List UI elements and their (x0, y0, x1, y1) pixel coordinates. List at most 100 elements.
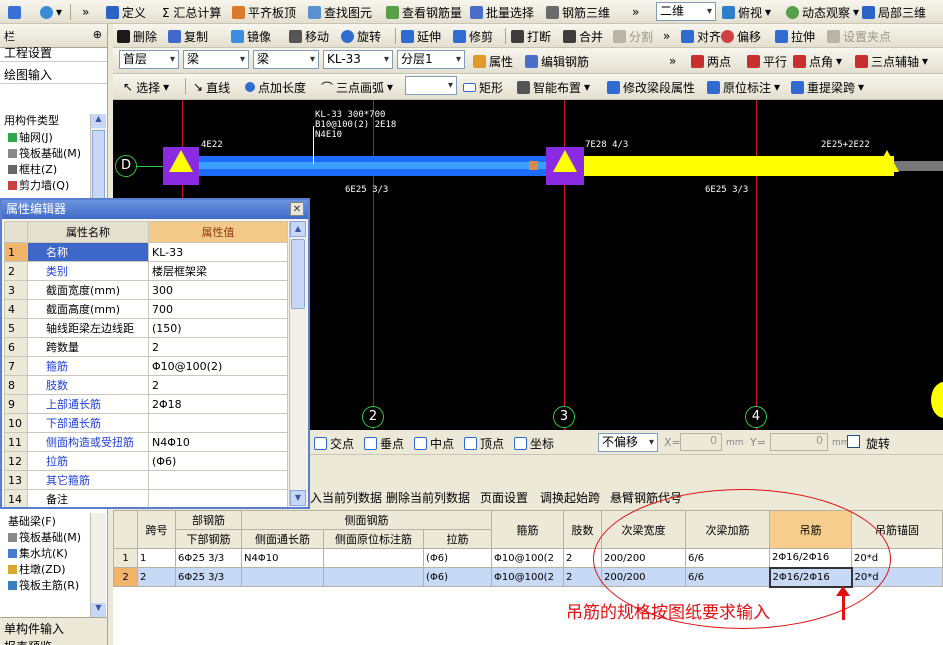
grip-triangle-icon[interactable] (553, 150, 577, 172)
snap-intersection[interactable]: 交点 (314, 434, 354, 452)
original-mark-button[interactable]: 原位标注 ▾ (707, 78, 780, 96)
stretch-button[interactable]: 拉伸 (775, 27, 815, 45)
beam-span-2[interactable] (564, 156, 894, 176)
element-type-select[interactable]: 梁 (253, 50, 319, 69)
property-row[interactable]: 5 轴线距梁左边线距 (150) (4, 318, 288, 338)
property-row[interactable]: 3 截面宽度(mm) 300 (4, 280, 288, 300)
view-rebar-button[interactable]: 查看钢筋量 (386, 3, 462, 21)
flush-slab-top-button[interactable]: 平齐板顶 (232, 3, 296, 21)
property-row[interactable]: 10 下部通长筋 (4, 413, 288, 433)
tab-draw-input[interactable]: 绘图输入 (0, 64, 107, 84)
sidebar-item-wall[interactable]: 剪力墙(Q) (8, 177, 69, 193)
x-coord-input[interactable]: 0 (680, 433, 722, 451)
grip-triangle-icon[interactable] (169, 150, 193, 172)
sidebar-item-axis[interactable]: 轴网(J) (8, 129, 53, 145)
delete-button[interactable]: 删除 (117, 27, 157, 45)
insert-column-data-button[interactable]: 入当前列数据 (310, 488, 382, 506)
batch-select-button[interactable]: 批量选择 (470, 3, 534, 21)
view-mode-select[interactable]: 二维 (656, 2, 716, 21)
top-view-button[interactable]: 俯视 ▾ (722, 3, 771, 21)
property-row[interactable]: 2 类别 楼层框架梁 (4, 261, 288, 281)
undo-button[interactable]: ▾ (40, 3, 62, 21)
save-icon[interactable] (8, 3, 21, 21)
property-row[interactable]: 13 其它箍筋 (4, 470, 288, 490)
select-button[interactable]: ↖ 选择 ▾ (123, 78, 169, 96)
property-value[interactable]: 楼层框架梁 (148, 261, 288, 281)
trim-button[interactable]: 修剪 (453, 27, 493, 45)
property-value[interactable]: KL-33 (148, 242, 288, 262)
point-angle-button[interactable]: 点角 ▾ (793, 52, 842, 70)
break-button[interactable]: 打断 (511, 27, 551, 45)
property-row[interactable]: 6 跨数量 2 (4, 337, 288, 357)
snap-perpendicular[interactable]: 垂点 (364, 434, 404, 452)
rectangle-button[interactable]: 矩形 (463, 78, 503, 96)
property-value[interactable]: Φ10@100(2) (148, 356, 288, 376)
property-row[interactable]: 1 名称 KL-33 (4, 242, 288, 262)
snap-midpoint[interactable]: 中点 (414, 434, 454, 452)
sidebar-item-column[interactable]: 框柱(Z) (8, 161, 57, 177)
property-row[interactable]: 12 拉筋 (Φ6) (4, 451, 288, 471)
two-point-button[interactable]: 两点 (691, 52, 731, 70)
reextract-span-button[interactable]: 重提梁跨 ▾ (791, 78, 864, 96)
rotate-checkbox[interactable] (847, 435, 860, 448)
property-row[interactable]: 8 肢数 2 (4, 375, 288, 395)
line-button[interactable]: ↘ 直线 (193, 78, 230, 96)
arc-option-select[interactable] (405, 76, 457, 95)
edit-rebar-button[interactable]: 编辑钢筋 (525, 52, 589, 70)
property-row[interactable]: 11 侧面构造或受扭筋 N4Φ10 (4, 432, 288, 452)
set-grip-button[interactable]: 设置夹点 (827, 27, 891, 45)
three-point-arc-button[interactable]: ⌒ 三点画弧 ▾ (321, 78, 393, 96)
category-select[interactable]: 梁 (183, 50, 249, 69)
page-setup-button[interactable]: 页面设置 (480, 488, 528, 506)
local-3d-button[interactable]: 局部三维 (862, 3, 926, 21)
property-value[interactable]: 2Φ18 (148, 394, 288, 414)
tab-project-settings[interactable]: 工程设置 (0, 42, 107, 62)
property-value[interactable] (148, 489, 288, 507)
property-row[interactable]: 9 上部通长筋 2Φ18 (4, 394, 288, 414)
smart-layout-button[interactable]: 智能布置 ▾ (517, 78, 590, 96)
grip-triangle-icon[interactable] (875, 150, 899, 172)
point-length-button[interactable]: 点加长度 (245, 78, 306, 96)
delete-column-data-button[interactable]: 删除当前列数据 (386, 488, 470, 506)
properties-button[interactable]: 属性 (473, 52, 513, 70)
offset-button[interactable]: 偏移 (721, 27, 761, 45)
property-scrollbar[interactable]: ▲ ▼ (289, 221, 306, 506)
pin-icon[interactable]: ⊕ (93, 28, 102, 41)
close-icon[interactable]: ✕ (290, 202, 304, 216)
property-value[interactable] (148, 413, 288, 433)
property-value[interactable]: 300 (148, 280, 288, 300)
property-value[interactable] (148, 470, 288, 490)
property-value[interactable]: (150) (148, 318, 288, 338)
move-button[interactable]: 移动 (289, 27, 329, 45)
sidebar-item-raft-2[interactable]: 筏板基础(M) (8, 529, 81, 545)
property-value[interactable]: N4Φ10 (148, 432, 288, 452)
extend-button[interactable]: 延伸 (401, 27, 441, 45)
y-coord-input[interactable]: 0 (770, 433, 828, 451)
element-name-select[interactable]: KL-33 (323, 50, 393, 69)
mirror-button[interactable]: 镜像 (231, 27, 271, 45)
property-value[interactable]: 2 (148, 337, 288, 357)
summary-calc-button[interactable]: Σ 汇总计算 (162, 3, 221, 21)
rebar-3d-button[interactable]: 钢筋三维 (546, 3, 610, 21)
property-row[interactable]: 7 箍筋 Φ10@100(2) (4, 356, 288, 376)
property-row[interactable]: 4 截面高度(mm) 700 (4, 299, 288, 319)
rotate-button[interactable]: 旋转 (341, 27, 381, 45)
define-button[interactable]: 定义 (106, 3, 146, 21)
property-value[interactable]: (Φ6) (148, 451, 288, 471)
sidebar-item-foundation-beam[interactable]: 基础梁(F) (8, 513, 56, 529)
three-point-axis-button[interactable]: 三点辅轴 ▾ (855, 52, 928, 70)
sidebar-scrollbar-bottom[interactable]: ▼ (90, 513, 106, 617)
sidebar-item-raft[interactable]: 筏板基础(M) (8, 145, 81, 161)
layer-select[interactable]: 分层1 (397, 50, 465, 69)
single-component-input[interactable]: 单构件输入 (0, 617, 107, 637)
offset-select[interactable]: 不偏移 (598, 433, 658, 452)
swap-start-span-button[interactable]: 调换起始跨 (540, 488, 600, 506)
sidebar-item-raft-rebar[interactable]: 筏板主筋(R) (8, 577, 79, 593)
sidebar-item-sump[interactable]: 集水坑(K) (8, 545, 68, 561)
modify-segment-button[interactable]: 修改梁段属性 (607, 78, 695, 96)
merge-button[interactable]: 合并 (563, 27, 603, 45)
snap-coordinate[interactable]: 坐标 (514, 434, 554, 452)
parallel-button[interactable]: 平行 (747, 52, 787, 70)
sidebar-item-pier[interactable]: 柱墩(ZD) (8, 561, 66, 577)
split-button[interactable]: 分割 (613, 27, 653, 45)
